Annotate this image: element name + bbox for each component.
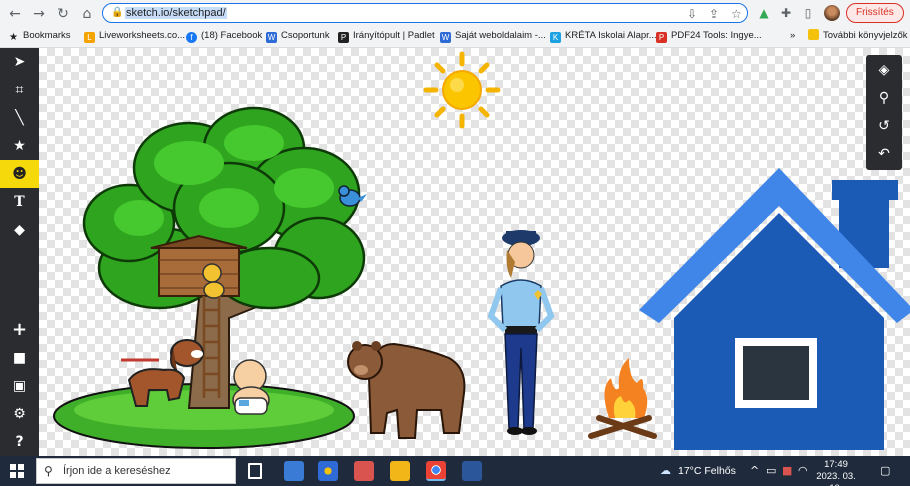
cloud-icon: ☁: [660, 464, 671, 477]
back-icon[interactable]: ←: [6, 5, 24, 23]
screen: ← → ↻ ⌂ 🔒 sketch.io/sketchpad/ ⇩ ⇪ ☆ ▲ ✚…: [0, 0, 910, 486]
bookmark-item[interactable]: K KRÉTA Iskolai Alapr...: [550, 29, 657, 43]
fill-tool-icon[interactable]: ◆: [0, 216, 39, 244]
sidepanel-icon[interactable]: ▯: [800, 5, 816, 21]
house-drawing: [639, 168, 910, 450]
undo-icon[interactable]: ↶: [866, 140, 902, 168]
view-toolbar: ◈ ⚲ ↺ ↶: [866, 55, 902, 170]
bookmark-item[interactable]: W Saját weboldalaim -...: [440, 29, 546, 43]
weather-text[interactable]: 17°C Felhős: [678, 465, 736, 477]
extension-icon[interactable]: ▲: [756, 5, 772, 21]
refresh-button[interactable]: Frissítés: [846, 3, 904, 23]
other-bookmarks[interactable]: További könyvjelzők: [808, 29, 908, 43]
pointer-tool-icon[interactable]: ➤: [0, 48, 39, 76]
taskbar: ⚲ Írjon ide a kereséshez ☁ 17°C Felhős ^…: [0, 456, 910, 486]
bookmark-item[interactable]: W Csoportunk: [266, 29, 330, 43]
action-center-icon[interactable]: ▢: [880, 464, 890, 477]
text-tool-icon[interactable]: T: [0, 188, 39, 216]
battery-icon[interactable]: ▭: [766, 464, 776, 477]
task-view-icon[interactable]: [248, 463, 262, 479]
word-app-icon[interactable]: [462, 461, 482, 481]
puzzle-icon[interactable]: ✚: [778, 5, 794, 21]
clock-time: 17:49: [824, 459, 848, 470]
bookmarks-overflow[interactable]: »: [790, 29, 795, 43]
history-icon[interactable]: ↺: [866, 112, 902, 140]
search-icon: ⚲: [44, 464, 53, 478]
folder-icon[interactable]: ■: [0, 344, 39, 372]
file-explorer-icon[interactable]: [390, 461, 410, 481]
clock-date: 2023. 03. 19.: [816, 471, 856, 486]
wifi-icon[interactable]: ◠: [798, 464, 808, 477]
bookmark-item[interactable]: f (18) Facebook: [186, 29, 262, 43]
add-icon[interactable]: +: [0, 316, 39, 344]
police-officer-drawing: [487, 230, 555, 435]
bookmark-item[interactable]: P Irányítópult | Padlet: [338, 29, 435, 43]
bookmark-item[interactable]: ★ Bookmarks: [8, 29, 71, 43]
star-tool-icon[interactable]: ★: [0, 132, 39, 160]
bear-drawing: [347, 341, 466, 439]
avatar[interactable]: [824, 5, 840, 21]
home-icon[interactable]: ⌂: [78, 5, 96, 23]
help-icon[interactable]: ?: [0, 428, 39, 456]
share-icon[interactable]: ⇪: [709, 7, 719, 21]
lock-icon: 🔒: [111, 7, 124, 18]
calculator-app-icon[interactable]: [284, 461, 304, 481]
emoji-tool-icon[interactable]: ☻: [0, 160, 39, 188]
bookmark-item[interactable]: P PDF24 Tools: Ingye...: [656, 29, 762, 43]
bookmarks-bar: ★ Bookmarks L Liveworksheets.co... f (18) F…: [0, 26, 910, 46]
browser-chrome: ← → ↻ ⌂ 🔒 sketch.io/sketchpad/ ⇩ ⇪ ☆ ▲ ✚…: [0, 0, 910, 48]
bookmark-star-icon[interactable]: ☆: [731, 7, 742, 21]
campfire-drawing: [588, 358, 657, 439]
windows-start-icon[interactable]: [10, 464, 24, 478]
search-placeholder: Írjon ide a kereséshez: [63, 465, 171, 477]
clock[interactable]: 17:49 2023. 03. 19.: [814, 459, 858, 486]
zoom-icon[interactable]: ⚲: [866, 84, 902, 112]
address-url[interactable]: sketch.io/sketchpad/: [125, 7, 227, 19]
forward-icon[interactable]: →: [30, 5, 48, 23]
address-bar[interactable]: 🔒 sketch.io/sketchpad/ ⇩ ⇪ ☆: [102, 3, 748, 23]
tree-drawing: [53, 106, 367, 449]
bookmark-item[interactable]: L Liveworksheets.co...: [84, 29, 185, 43]
paint-app-icon[interactable]: [318, 461, 338, 481]
pencil-tool-icon[interactable]: ╲: [0, 104, 39, 132]
install-icon[interactable]: ⇩: [687, 7, 697, 21]
notification-app-icon[interactable]: ■: [782, 464, 792, 477]
crop-tool-icon[interactable]: ⌗: [0, 76, 39, 104]
paint3d-app-icon[interactable]: [354, 461, 374, 481]
chrome-app-icon[interactable]: [426, 461, 446, 481]
layers-icon[interactable]: ◈: [866, 56, 902, 84]
tray-chevron-icon[interactable]: ^: [750, 464, 759, 477]
drawing-canvas[interactable]: [39, 48, 910, 456]
reload-icon[interactable]: ↻: [54, 5, 72, 23]
settings-icon[interactable]: ⚙: [0, 400, 39, 428]
taskbar-search-input[interactable]: ⚲ Írjon ide a kereséshez: [36, 458, 236, 484]
tools-sidebar: ➤ ⌗ ╲ ★ ☻ T ◆ + ■ ▣ ⚙ ?: [0, 48, 39, 456]
save-icon[interactable]: ▣: [0, 372, 39, 400]
sun-drawing: [423, 51, 501, 129]
